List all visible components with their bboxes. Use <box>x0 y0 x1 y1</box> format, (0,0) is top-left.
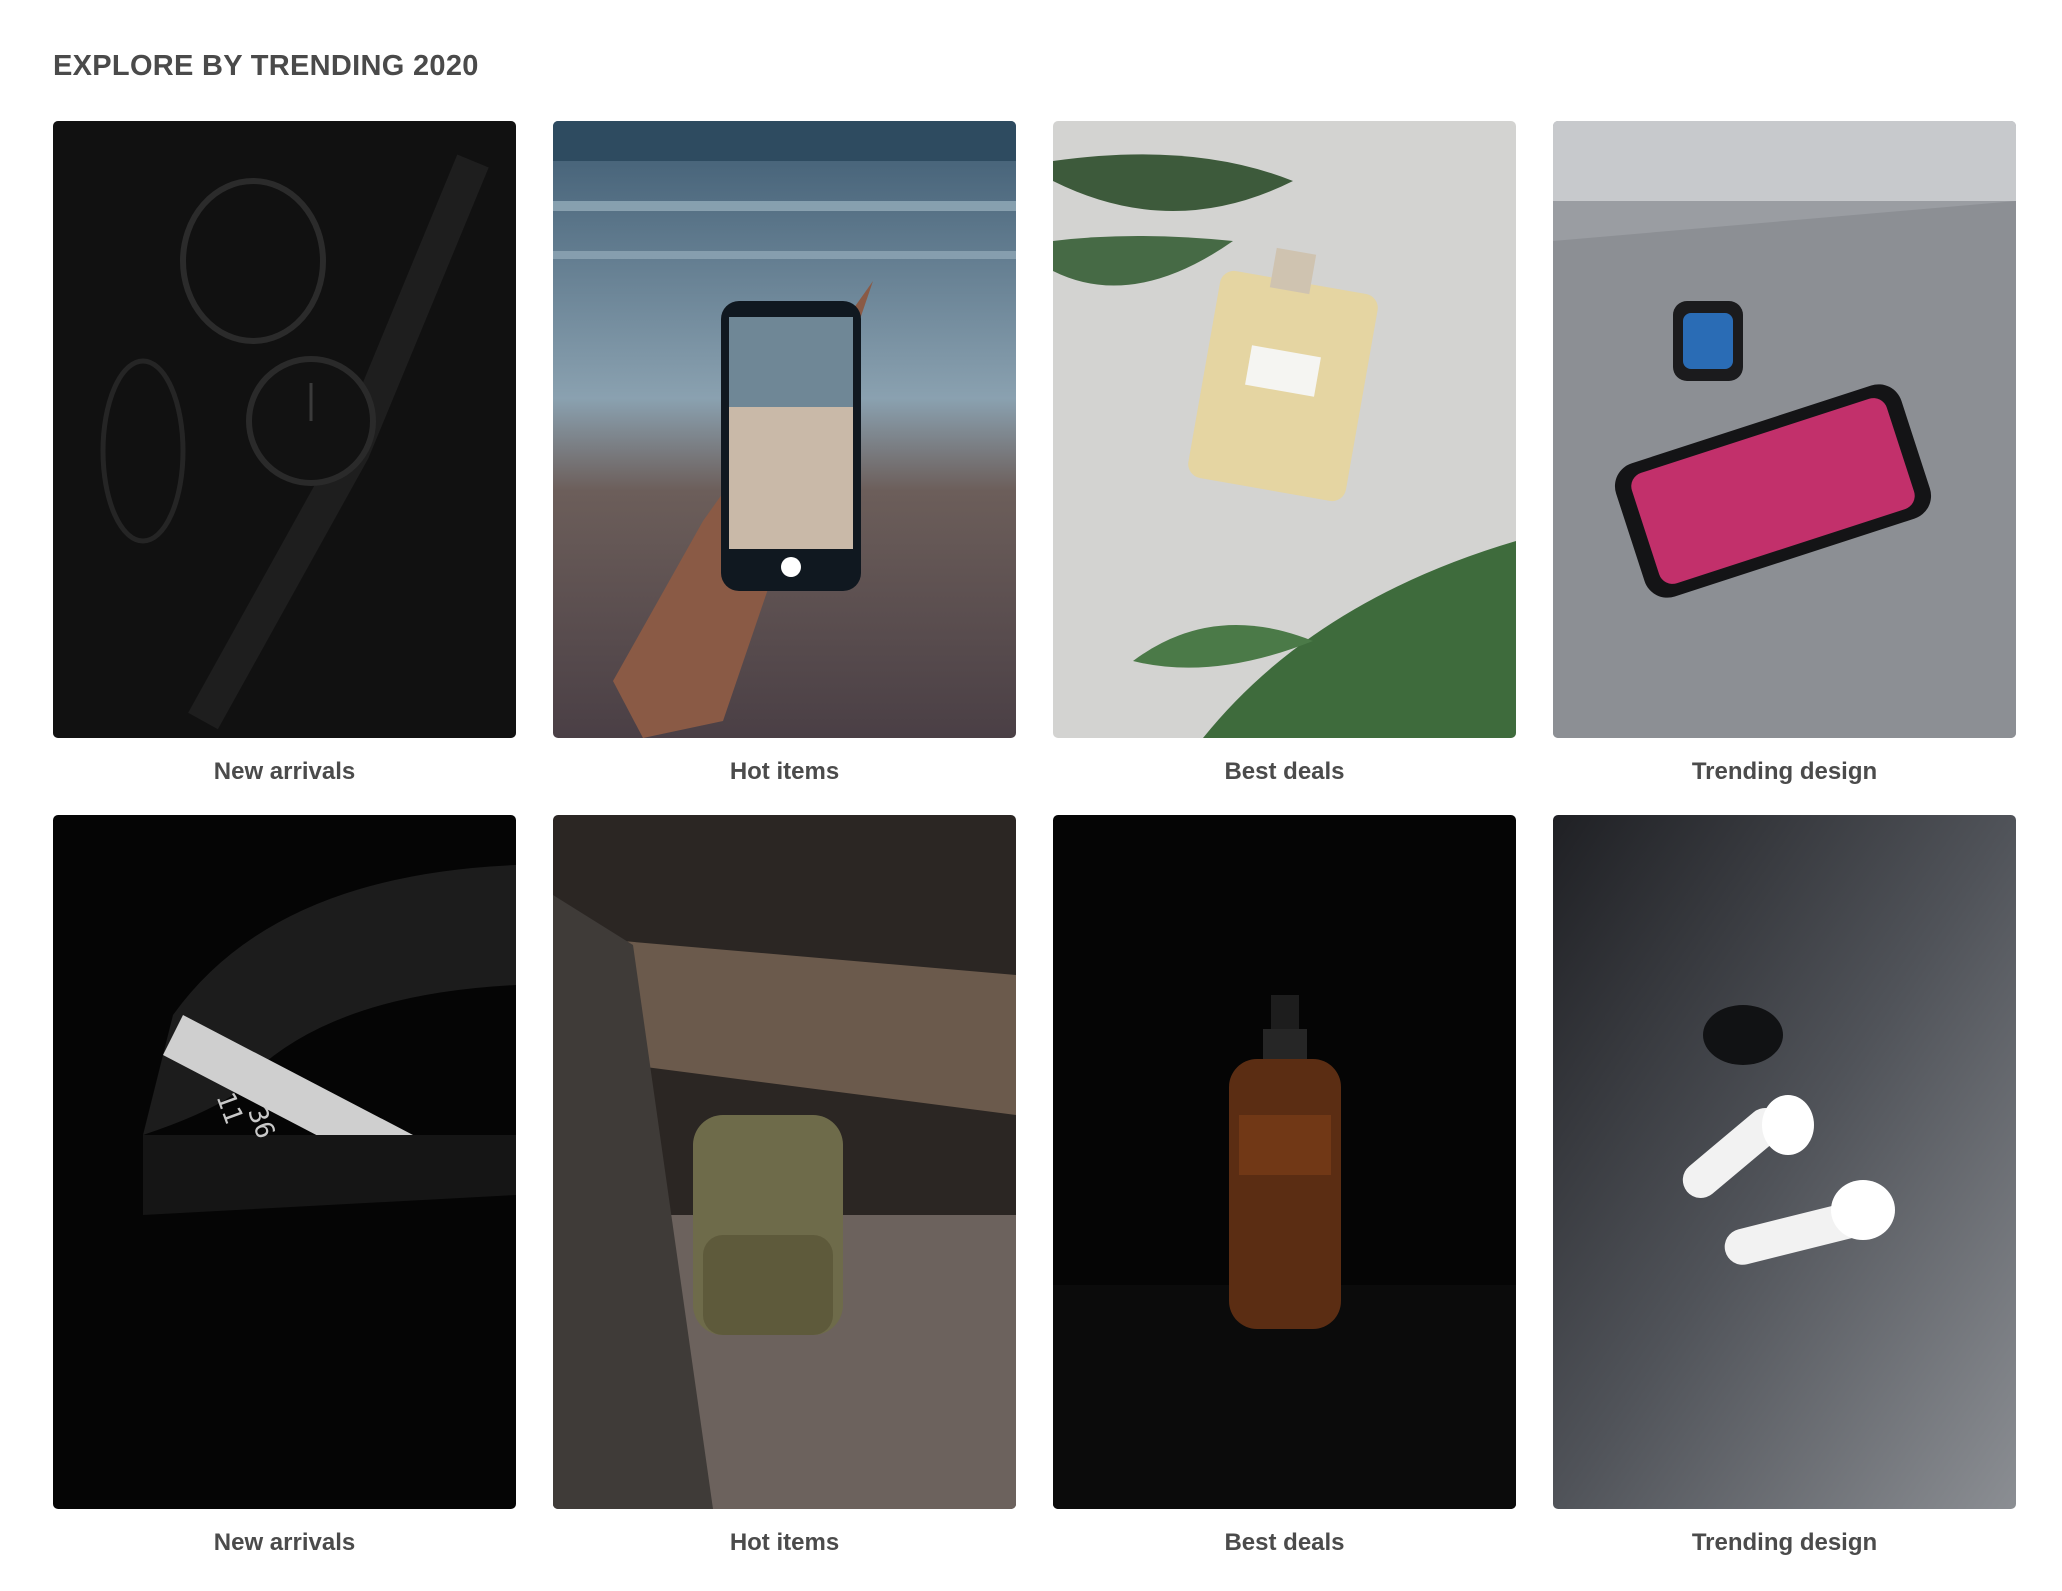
category-label[interactable]: Hot items <box>553 1527 1016 1559</box>
category-label[interactable]: Trending design <box>1553 1527 2016 1559</box>
category-card-new-arrivals[interactable]: New arrivals <box>53 121 516 788</box>
category-label[interactable]: New arrivals <box>53 756 516 788</box>
category-label[interactable]: Trending design <box>1553 756 2016 788</box>
category-image[interactable] <box>1553 121 2016 738</box>
category-card-hot-items[interactable]: Hot items <box>553 121 1016 788</box>
category-image[interactable] <box>53 121 516 738</box>
category-label[interactable]: Best deals <box>1053 1527 1516 1559</box>
category-image[interactable] <box>553 121 1016 738</box>
category-image[interactable] <box>1553 815 2016 1509</box>
category-label[interactable]: New arrivals <box>53 1527 516 1559</box>
explore-section: EXPLORE BY TRENDING 2020 New arrivals Ho… <box>53 45 2016 1556</box>
category-image[interactable]: 11 36 <box>53 815 516 1509</box>
category-label[interactable]: Hot items <box>553 756 1016 788</box>
category-image[interactable] <box>1053 815 1516 1509</box>
category-card-new-arrivals[interactable]: 11 36 New arrivals <box>53 815 516 1559</box>
category-card-trending-design[interactable]: Trending design <box>1553 815 2016 1559</box>
category-card-best-deals[interactable]: Best deals <box>1053 815 1516 1559</box>
category-card-best-deals[interactable]: Best deals <box>1053 121 1516 788</box>
category-image[interactable] <box>553 815 1016 1509</box>
category-image[interactable] <box>1053 121 1516 738</box>
section-title: EXPLORE BY TRENDING 2020 <box>53 50 479 82</box>
category-card-trending-design[interactable]: Trending design <box>1553 121 2016 788</box>
category-label[interactable]: Best deals <box>1053 756 1516 788</box>
category-card-hot-items[interactable]: Hot items <box>553 815 1016 1559</box>
